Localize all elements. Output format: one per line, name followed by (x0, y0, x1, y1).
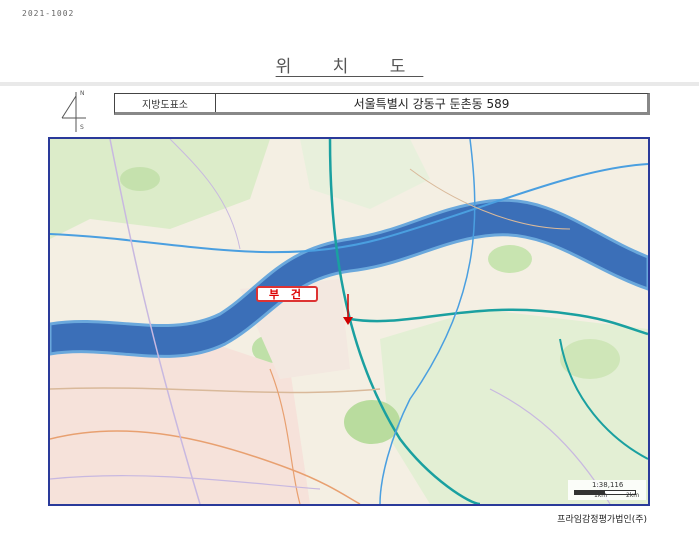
document-page: 2021-1002 위 치 도 N S 지방도표소 서울특별시 강동구 둔촌동 … (0, 0, 699, 533)
target-property-label: 부 건 (256, 286, 318, 302)
page-title: 위 치 도 (275, 57, 424, 77)
scale-ratio: 1:38,116 (592, 481, 624, 489)
company-name: 프라임감정평가법인(주) (557, 515, 647, 525)
address-value: 서울특별시 강동구 둔촌동 589 (353, 96, 510, 111)
north-arrow-icon: N S (58, 90, 92, 134)
scale-mark-1km: 1km (594, 492, 608, 499)
address-label: 지방도표소 (115, 94, 216, 112)
page-id: 2021-1002 (22, 9, 75, 18)
address-row: 지방도표소 서울특별시 강동구 둔촌동 589 (114, 93, 650, 115)
scale-mark-2km: 2km (626, 492, 640, 499)
location-map[interactable] (48, 137, 650, 506)
north-label: N (80, 90, 85, 97)
south-label: S (80, 124, 84, 131)
header-band: 2021-1002 위 치 도 (0, 0, 699, 86)
map-scale: 1:38,116 1km 2km (568, 480, 646, 500)
